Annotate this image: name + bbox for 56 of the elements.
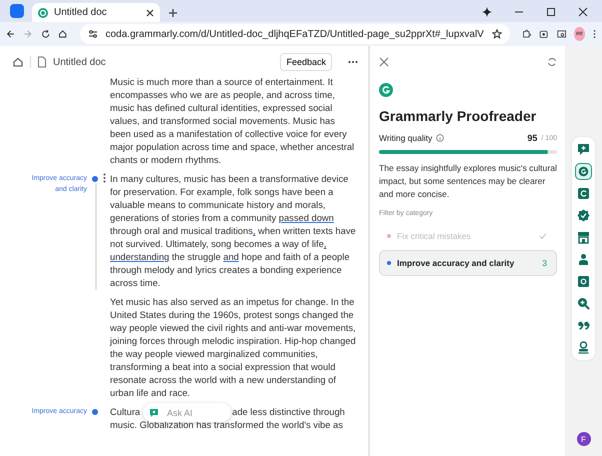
user-avatar[interactable]: F — [576, 432, 590, 446]
person-icon — [576, 252, 591, 267]
grammarly-logo-icon — [379, 83, 393, 97]
suggestion-dot[interactable] — [92, 409, 98, 415]
tool-button[interactable] — [575, 141, 592, 158]
document-icon — [37, 56, 47, 68]
grammarly-icon — [38, 8, 48, 18]
sparkle-icon[interactable] — [482, 7, 492, 17]
tool-button[interactable] — [575, 229, 592, 246]
chat-icon — [149, 408, 159, 418]
info-icon[interactable] — [436, 134, 444, 142]
summary-text: The essay insightfully explores music's cultural impact, but some sentences may be clearer and more concise. — [379, 162, 557, 201]
maximize-icon[interactable] — [546, 7, 556, 17]
home-icon[interactable] — [12, 56, 24, 68]
tool-button[interactable] — [575, 295, 592, 312]
frame-icon — [576, 274, 591, 289]
feedback-button[interactable]: Feedback — [280, 53, 332, 71]
star-icon[interactable] — [492, 29, 502, 39]
back-icon[interactable] — [6, 28, 16, 40]
panel-title: Grammarly Proofreader — [379, 108, 538, 124]
tool-button[interactable] — [575, 163, 592, 180]
paragraph: Music is much more than a source of entertainment. It encompasses who we are as people, and across time, music has defined cultural identities, expressed social values, and transformed social movements. Music has been used as a manifestation of collective voice for every major population across time and space, whether ancestral chants or modern rhythms. — [110, 76, 356, 167]
paragraph-fragment: music. Globalization has transformed the world's vibe as — [110, 419, 344, 432]
badge-check-icon — [576, 208, 591, 223]
home-icon[interactable] — [58, 28, 68, 40]
app-icon[interactable] — [10, 4, 24, 18]
quality-label: Writing quality — [379, 133, 432, 143]
close-icon[interactable] — [578, 7, 588, 17]
stamp-icon — [576, 340, 591, 355]
document-title: Untitled doc — [53, 56, 107, 68]
more-icon[interactable] — [592, 28, 596, 40]
grammarly-icon — [577, 164, 590, 179]
suggestion-dot[interactable] — [92, 176, 98, 182]
paragraph-fragment: ade less distinctive through — [232, 406, 345, 419]
paragraph: In many cultures, music has been a transformative device for preservation. For example, folk songs have been a valuable means to communicate history and morals, generations of stories from a community passed down through oral and musical traditions, when written texts have not survived. Ultimately, song becomes a way of life, understanding the struggle and hope and faith of a people through melody and lyrics creates a bonding experience across time. — [110, 173, 356, 290]
paragraph: Yet music has also served as an impetus for change. In the United States during the 1960s, protest songs changed the way people viewed the civil rights and anti-war movements, joining forces through melodic inspiration. Hip-hop changed the way people viewed marginalized communities, transforming a beat into a social expression that would resonate across the world with a new understanding of urban life and race. — [110, 296, 356, 400]
screenshot-icon[interactable] — [539, 28, 549, 40]
puzzle-icon[interactable] — [522, 28, 532, 40]
paragraph-fragment: Cultura — [110, 406, 140, 419]
more-icon[interactable] — [348, 60, 358, 64]
category-item[interactable]: Improve accuracy and clarity 3 — [379, 250, 557, 276]
browser-tab[interactable]: Untitled doc — [32, 3, 160, 22]
storefront-icon — [576, 230, 591, 245]
tool-button[interactable] — [575, 273, 592, 290]
comment-icon — [576, 142, 591, 157]
score: 95 — [527, 133, 538, 143]
tune-icon[interactable] — [88, 29, 98, 39]
more-icon[interactable] — [103, 173, 106, 183]
zoom-in-icon — [576, 296, 591, 311]
reload-icon[interactable] — [40, 28, 50, 40]
close-icon[interactable] — [146, 8, 154, 16]
plus-icon[interactable] — [168, 8, 178, 18]
tab-search-icon[interactable] — [556, 28, 566, 40]
tool-button[interactable] — [575, 207, 592, 224]
refresh-icon[interactable] — [547, 57, 557, 67]
address-bar[interactable]: coda.grammarly.com/d/Untitled-doc_dljhqEFaTZD/Untitled-page_su2pprXt#_lupxvalV — [80, 24, 510, 44]
